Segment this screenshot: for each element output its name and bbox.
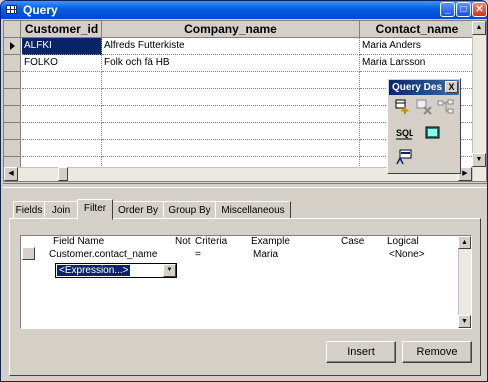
table-icon [6, 5, 17, 14]
delete-icon[interactable] [416, 99, 434, 115]
grid-cell[interactable] [102, 106, 360, 123]
scroll-left-button[interactable]: ◀ [4, 167, 18, 181]
current-row-arrow-icon [10, 42, 15, 50]
tab-order-by[interactable]: Order By [112, 201, 164, 219]
criteria-operator[interactable]: = [195, 249, 201, 260]
minimize-button[interactable]: _ [440, 2, 455, 17]
grid-cell[interactable] [102, 89, 360, 106]
header-field-name: Field Name [53, 236, 105, 247]
tab-filter[interactable]: Filter [77, 199, 113, 220]
header-logical: Logical [387, 236, 419, 247]
grid-cell[interactable] [22, 72, 102, 89]
query-designer-palette[interactable]: Query Des X SQL [387, 78, 461, 174]
grid-cell[interactable] [22, 123, 102, 140]
grid-cell[interactable] [22, 140, 102, 157]
grid-cell[interactable] [22, 106, 102, 123]
expression-combo[interactable]: <Expression...> ▼ [55, 263, 177, 278]
criteria-row-header[interactable] [22, 247, 35, 260]
grid-cell[interactable]: Maria Larsson [360, 55, 474, 72]
tab-miscellaneous[interactable]: Miscellaneous [215, 201, 291, 219]
expression-combo-value: <Expression...> [57, 265, 131, 276]
grid-cell[interactable]: FOLKO [22, 55, 102, 72]
chevron-down-icon[interactable]: ▼ [163, 264, 176, 277]
insert-button-label: Insert [347, 346, 375, 358]
header-not: Not [175, 236, 191, 247]
scroll-up-button[interactable]: ▲ [472, 21, 486, 35]
grid-cell[interactable]: Folk och fä HB [102, 55, 360, 72]
criteria-example[interactable]: Maria [253, 249, 278, 260]
maximize-button[interactable]: □ [456, 2, 471, 17]
criteria-field-name[interactable]: Customer.contact_name [49, 249, 157, 260]
grid-cell[interactable]: Alfreds Futterkiste [102, 38, 360, 55]
palette-close-button[interactable]: X [445, 81, 458, 93]
grid-cell[interactable] [102, 140, 360, 157]
row-header[interactable] [4, 72, 21, 89]
header-case: Case [341, 236, 365, 247]
scroll-up-button[interactable]: ▲ [458, 236, 471, 249]
grid-cell[interactable] [102, 72, 360, 89]
grid-cell[interactable]: Maria Anders [360, 38, 474, 55]
grid-header: Customer_id Company_name Contact_name [4, 21, 472, 38]
column-header-customer-id[interactable]: Customer_id [22, 21, 102, 38]
remove-button-label: Remove [416, 346, 458, 358]
grid-cell[interactable] [22, 89, 102, 106]
tab-fields[interactable]: Fields [13, 201, 45, 219]
tab-group-by[interactable]: Group By [163, 201, 216, 219]
sql-icon[interactable]: SQL [395, 125, 415, 141]
row-header[interactable] [4, 38, 21, 55]
filter-panel: Field Name Not Criteria Example Case Log… [9, 218, 481, 376]
insert-button[interactable]: Insert [326, 341, 396, 363]
grid-cell[interactable]: ALFKI [22, 38, 102, 55]
svg-text:SQL: SQL [396, 128, 413, 138]
grid-vertical-scrollbar[interactable]: ▲ ▼ [472, 21, 486, 181]
close-button[interactable]: ✕ [472, 2, 487, 17]
row-header[interactable] [4, 140, 21, 157]
run-icon[interactable] [395, 149, 413, 165]
tab-join[interactable]: Join [44, 201, 78, 219]
grid-corner [4, 21, 21, 38]
row-header[interactable] [4, 123, 21, 140]
relation-icon[interactable] [437, 99, 455, 115]
filter-criteria-grid[interactable]: Field Name Not Criteria Example Case Log… [20, 235, 472, 329]
title-bar[interactable]: Query _ □ ✕ [1, 1, 487, 19]
row-header[interactable] [4, 89, 21, 106]
view-icon[interactable] [424, 125, 442, 141]
window-title: Query [23, 3, 58, 17]
grid-cell[interactable] [102, 123, 360, 140]
scroll-thumb[interactable] [58, 167, 68, 181]
column-header-contact-name[interactable]: Contact_name [360, 21, 474, 38]
remove-button[interactable]: Remove [402, 341, 472, 363]
scroll-down-button[interactable]: ▼ [458, 315, 471, 328]
row-header[interactable] [4, 106, 21, 123]
criteria-vertical-scrollbar[interactable]: ▲ ▼ [458, 236, 471, 328]
row-header[interactable] [4, 55, 21, 72]
column-header-company-name[interactable]: Company_name [102, 21, 360, 38]
query-window: Query _ □ ✕ Customer_id Company_name Con… [0, 0, 488, 382]
criteria-logical[interactable]: <None> [389, 249, 425, 260]
scroll-down-button[interactable]: ▼ [472, 153, 486, 167]
header-criteria: Criteria [195, 236, 228, 247]
add-icon[interactable] [395, 99, 413, 115]
pane-splitter[interactable] [3, 183, 487, 188]
header-example: Example [251, 236, 290, 247]
